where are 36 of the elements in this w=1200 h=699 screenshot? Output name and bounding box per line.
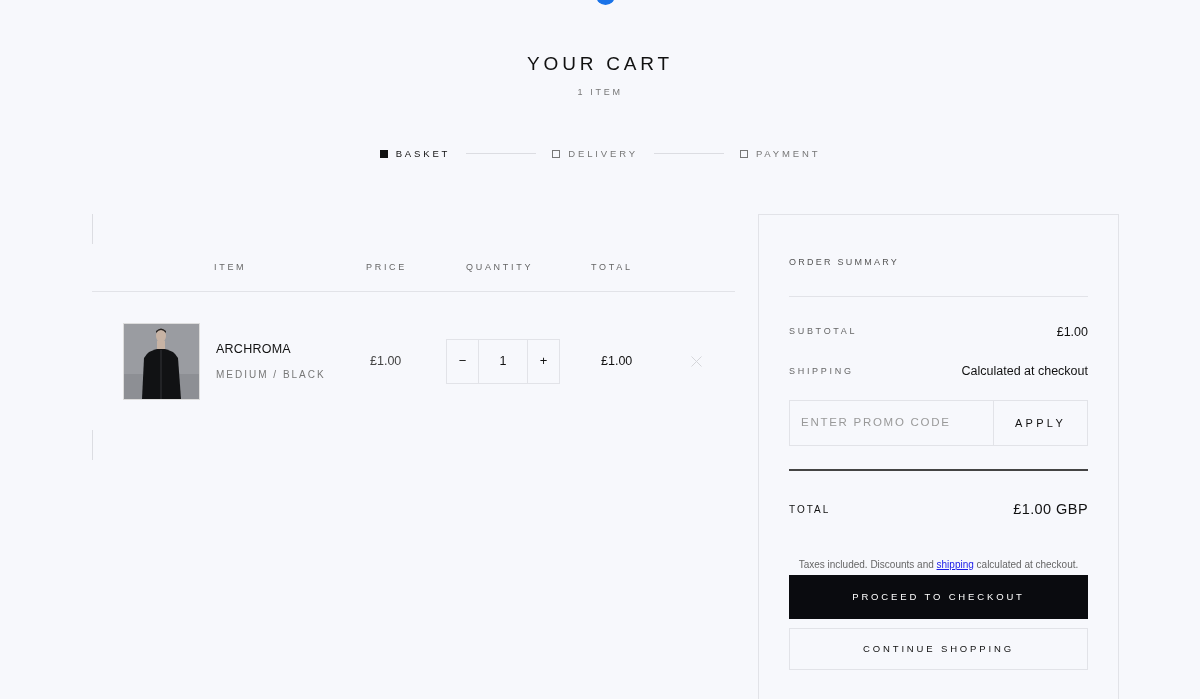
increment-button[interactable]: + [527, 338, 560, 384]
summary-value: Calculated at checkout [961, 363, 1088, 381]
step-icon [379, 149, 388, 158]
item-price: £1.00 [370, 352, 403, 370]
summary-value: £1.00 [1056, 323, 1088, 341]
step-icon [552, 149, 561, 158]
column-header: QUANTITY [466, 260, 535, 274]
checkout-step[interactable]: BASKET [379, 146, 451, 161]
remove-icon[interactable] [691, 355, 702, 367]
quantity-field[interactable]: 1 [479, 338, 527, 384]
column-header: PRICE [366, 260, 408, 274]
tax-note: Taxes included. Discounts and shipping calculated at checkout. [797, 557, 1080, 572]
checkout-step[interactable]: DELIVERY [552, 146, 638, 161]
step-label: DELIVERY [568, 146, 638, 161]
shipping-link[interactable]: shipping [936, 558, 974, 570]
page-title: YOUR CART [527, 52, 673, 76]
column-header: ITEM [214, 260, 248, 274]
step-label: PAYMENT [755, 146, 821, 161]
item-total: £1.00 [601, 352, 634, 370]
apply-button[interactable]: APPLY [994, 400, 1088, 446]
summary-label: SUBTOTAL [789, 325, 858, 339]
continue-shopping-button[interactable]: CONTINUE SHOPPING [789, 627, 1088, 670]
summary-label: SHIPPING [789, 364, 854, 378]
product-name: ARCHROMA [216, 341, 292, 359]
total-value: £1.00 GBP [1013, 500, 1088, 519]
decrement-button[interactable]: − [446, 338, 479, 384]
checkout-button[interactable]: PROCEED TO CHECKOUT [789, 574, 1088, 619]
column-header: TOTAL [591, 260, 633, 274]
total-label: TOTAL [789, 503, 831, 518]
promo-code-field[interactable]: ENTER PROMO CODE [789, 400, 994, 446]
product-variant: MEDIUM / BLACK [216, 367, 327, 382]
checkout-step[interactable]: PAYMENT [739, 146, 821, 161]
step-icon [739, 149, 748, 158]
summary-title: ORDER SUMMARY [789, 256, 901, 269]
item-count: 1 ITEM [577, 86, 623, 99]
step-label: BASKET [395, 146, 451, 161]
